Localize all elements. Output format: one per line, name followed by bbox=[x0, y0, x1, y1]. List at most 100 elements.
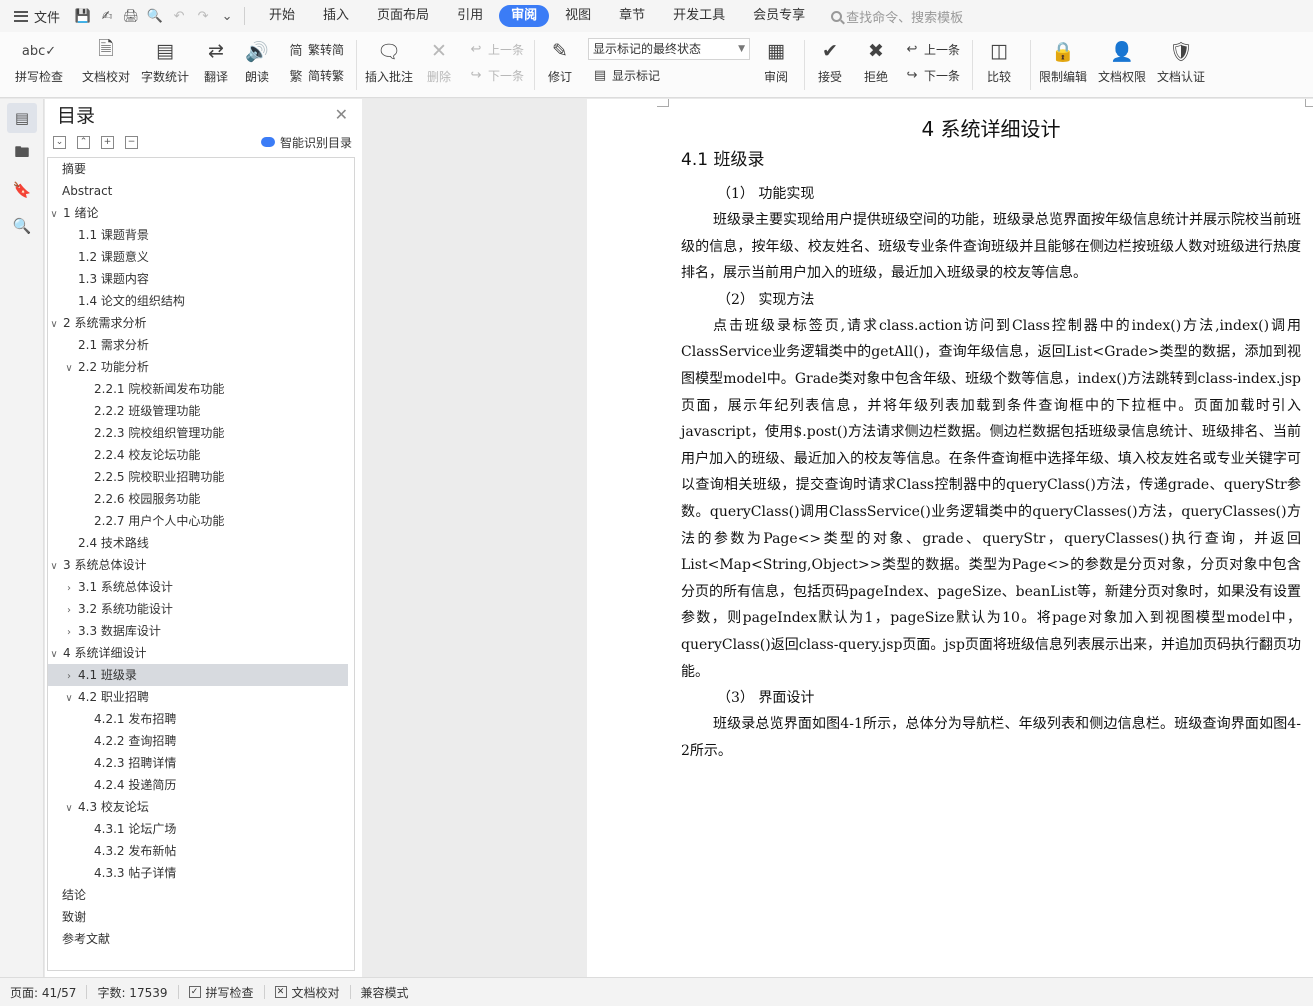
read-aloud-button[interactable]: 🔊 朗读 bbox=[242, 38, 272, 92]
toc-item[interactable]: 2.2.6 校园服务功能 bbox=[48, 488, 354, 510]
toc-item[interactable]: 4.2.3 招聘详情 bbox=[48, 752, 354, 774]
toc-item[interactable]: 参考文献 bbox=[48, 928, 354, 950]
close-icon[interactable]: ✕ bbox=[335, 105, 348, 124]
tab-references[interactable]: 引用 bbox=[445, 5, 495, 27]
tab-home[interactable]: 开始 bbox=[257, 5, 307, 27]
format-painter-icon[interactable]: ✍ bbox=[96, 5, 118, 27]
word-count-button[interactable]: ▤ 字数统计 bbox=[138, 38, 192, 92]
toc-item[interactable]: ∨ 4 系统详细设计 bbox=[48, 642, 354, 664]
toc-item[interactable]: 1.2 课题意义 bbox=[48, 246, 354, 268]
print-preview-icon[interactable]: 🔍 bbox=[144, 5, 166, 27]
search-icon[interactable]: 🔍 bbox=[7, 211, 37, 241]
toc-item[interactable]: ∨ 4.3 校友论坛 bbox=[48, 796, 354, 818]
toc-item[interactable]: ∨ 3 系统总体设计 bbox=[48, 554, 354, 576]
next-change-button[interactable]: ↪ 下一条 bbox=[904, 64, 960, 86]
translate-button[interactable]: ⇄ 翻译 bbox=[198, 38, 234, 92]
tab-developer[interactable]: 开发工具 bbox=[661, 5, 737, 27]
expand-all-icon[interactable]: ⌃ bbox=[77, 135, 90, 149]
remove-item-icon[interactable]: − bbox=[125, 135, 138, 149]
toc-item[interactable]: ∨ 2 系统需求分析 bbox=[48, 312, 354, 334]
doc-certify-button[interactable]: 🛡 文档认证 bbox=[1154, 38, 1208, 92]
print-icon[interactable]: 🖨 bbox=[120, 5, 142, 27]
doc-permission-button[interactable]: 👤 文档权限 bbox=[1094, 38, 1150, 92]
toc-panel-icon[interactable]: ▤ bbox=[7, 103, 37, 133]
toc-item[interactable]: 4.2.2 查询招聘 bbox=[48, 730, 354, 752]
toc-item[interactable]: › 3.1 系统总体设计 bbox=[48, 576, 354, 598]
accept-button[interactable]: ✔ 接受 bbox=[810, 38, 850, 92]
bookmark-icon[interactable]: 🔖 bbox=[7, 175, 37, 205]
toc-item[interactable]: ∨ 4.2 职业招聘 bbox=[48, 686, 354, 708]
toc-item[interactable]: 2.2.7 用户个人中心功能 bbox=[48, 510, 354, 532]
toc-item[interactable]: 致谢 bbox=[48, 906, 354, 928]
toc-item[interactable]: 2.2.3 院校组织管理功能 bbox=[48, 422, 354, 444]
document-body[interactable]: 4 系统详细设计 4.1 班级录 （1） 功能实现 班级录主要实现给用户提供班级… bbox=[681, 99, 1301, 764]
toc-item[interactable]: 2.2.2 班级管理功能 bbox=[48, 400, 354, 422]
tab-review[interactable]: 审阅 bbox=[499, 5, 550, 27]
toc-item[interactable]: 4.3.1 论坛广场 bbox=[48, 818, 354, 840]
word-count-indicator[interactable]: 字数: 17539 bbox=[87, 984, 177, 1001]
reject-button[interactable]: ✖ 拒绝 bbox=[856, 38, 896, 92]
chevron-down-icon[interactable]: ∨ bbox=[48, 556, 60, 578]
toc-item[interactable]: 2.4 技术路线 bbox=[48, 532, 354, 554]
restrict-edit-button[interactable]: 🔒 限制编辑 bbox=[1036, 38, 1090, 92]
toc-item[interactable]: 结论 bbox=[48, 884, 354, 906]
toc-item[interactable]: ∨ 2.2 功能分析 bbox=[48, 356, 354, 378]
toc-item[interactable]: 4.2.4 投递简历 bbox=[48, 774, 354, 796]
tab-member[interactable]: 会员专享 bbox=[741, 5, 817, 27]
insert-comment-button[interactable]: 🗨 插入批注 bbox=[362, 38, 416, 92]
toc-item[interactable]: 2.2.5 院校职业招聘功能 bbox=[48, 466, 354, 488]
prev-comment-button[interactable]: ↩ 上一条 bbox=[468, 38, 524, 60]
doc-proofread-button[interactable]: 🗎 文档校对 bbox=[78, 38, 134, 92]
toc-item[interactable]: 1.3 课题内容 bbox=[48, 268, 354, 290]
simp-to-trad-button[interactable]: 繁 简转繁 bbox=[288, 64, 344, 86]
track-changes-button[interactable]: ✎ 修订 bbox=[540, 38, 580, 92]
redo-icon[interactable]: ↷ bbox=[192, 5, 214, 27]
toc-item[interactable]: › 3.3 数据库设计 bbox=[48, 620, 354, 642]
chevron-right-icon[interactable]: › bbox=[63, 600, 75, 622]
command-search[interactable]: 查找命令、搜索模板 bbox=[831, 7, 963, 26]
toc-item[interactable]: 1.1 课题背景 bbox=[48, 224, 354, 246]
chevron-down-icon[interactable]: ∨ bbox=[48, 204, 60, 226]
toc-item[interactable]: 4.3.2 发布新帖 bbox=[48, 840, 354, 862]
tab-page-layout[interactable]: 页面布局 bbox=[365, 5, 441, 27]
chevron-right-icon[interactable]: › bbox=[63, 578, 75, 600]
chevron-down-icon[interactable]: ∨ bbox=[63, 358, 75, 380]
prev-change-button[interactable]: ↩ 上一条 bbox=[904, 38, 960, 60]
add-item-icon[interactable]: + bbox=[101, 135, 114, 149]
chevron-down-icon[interactable]: ∨ bbox=[63, 688, 75, 710]
compare-button[interactable]: ◫ 比较 bbox=[978, 38, 1020, 92]
delete-comment-button[interactable]: ✕ 删除 bbox=[420, 38, 458, 92]
review-pane-button[interactable]: ▦ 审阅 bbox=[756, 38, 796, 92]
chevron-down-icon[interactable]: ∨ bbox=[48, 314, 60, 336]
chapter-nav-icon[interactable]: 🖿 bbox=[7, 139, 37, 169]
smart-toc-button[interactable]: 智能识别目录 bbox=[260, 134, 352, 151]
chevron-down-icon[interactable]: ∨ bbox=[48, 644, 60, 666]
collapse-all-icon[interactable]: ⌄ bbox=[53, 135, 66, 149]
document-page[interactable]: 4 系统详细设计 4.1 班级录 （1） 功能实现 班级录主要实现给用户提供班级… bbox=[587, 99, 1313, 977]
file-menu[interactable]: 文件 bbox=[0, 0, 68, 32]
toc-item[interactable]: 2.2.4 校友论坛功能 bbox=[48, 444, 354, 466]
toc-item[interactable]: 2.2.1 院校新闻发布功能 bbox=[48, 378, 354, 400]
chevron-right-icon[interactable]: › bbox=[63, 666, 75, 688]
tab-chapter[interactable]: 章节 bbox=[607, 5, 657, 27]
toc-item[interactable]: ∨ 1 绪论 bbox=[48, 202, 354, 224]
spell-check-button[interactable]: abc✓ 拼写检查 bbox=[10, 38, 68, 92]
next-comment-button[interactable]: ↪ 下一条 bbox=[468, 64, 524, 86]
chevron-right-icon[interactable]: › bbox=[63, 622, 75, 644]
toc-item[interactable]: 1.4 论文的组织结构 bbox=[48, 290, 354, 312]
toc-item[interactable]: 摘要 bbox=[48, 158, 354, 180]
doc-proofread-toggle[interactable]: ✕ 文档校对 bbox=[265, 984, 350, 1001]
page-indicator[interactable]: 页面: 41/57 bbox=[0, 984, 86, 1001]
trad-to-simp-button[interactable]: 简 繁转简 bbox=[288, 38, 344, 60]
chevron-down-icon[interactable]: ∨ bbox=[63, 798, 75, 820]
toc-item[interactable]: › 3.2 系统功能设计 bbox=[48, 598, 354, 620]
spell-check-toggle[interactable]: ✓ 拼写检查 bbox=[179, 984, 264, 1001]
show-markup-button[interactable]: ▤ 显示标记 bbox=[592, 64, 660, 86]
save-icon[interactable]: 💾 bbox=[72, 5, 94, 27]
undo-icon[interactable]: ↶ bbox=[168, 5, 190, 27]
toc-item[interactable]: 4.3.3 帖子详情 bbox=[48, 862, 354, 884]
toc-item[interactable]: Abstract bbox=[48, 180, 354, 202]
tab-view[interactable]: 视图 bbox=[553, 5, 603, 27]
markup-state-select[interactable]: 显示标记的最终状态 ▼ bbox=[588, 38, 750, 60]
toc-item[interactable]: 2.1 需求分析 bbox=[48, 334, 354, 356]
